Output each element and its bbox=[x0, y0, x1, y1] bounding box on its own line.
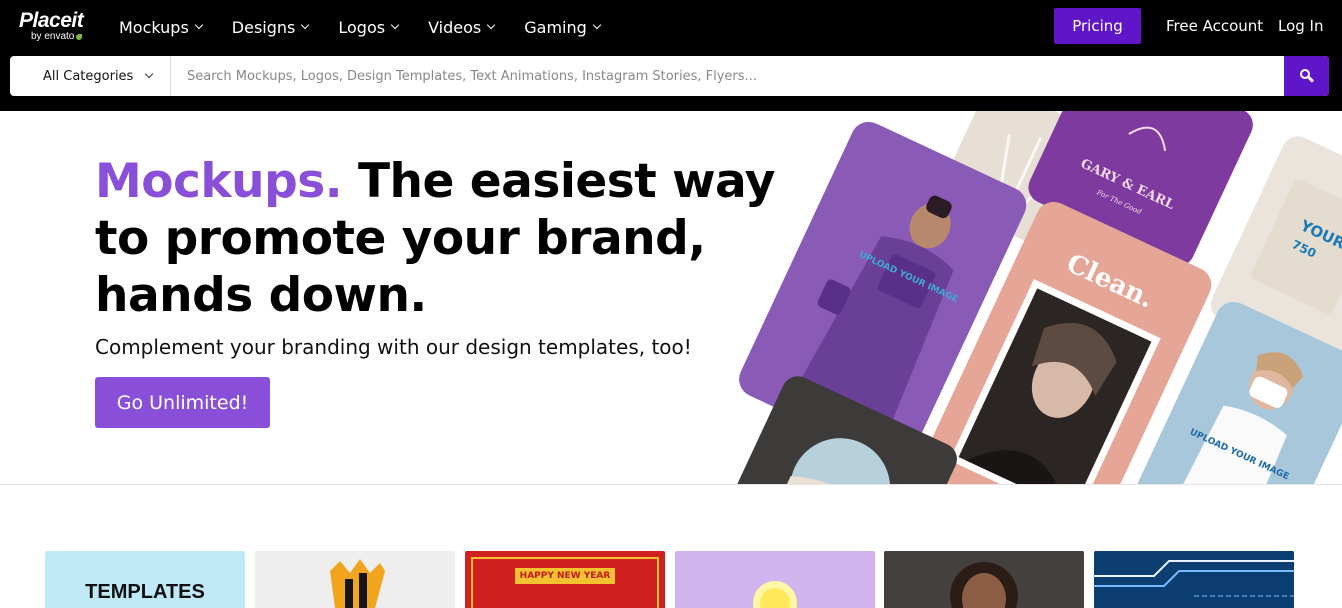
search-input[interactable] bbox=[171, 56, 1284, 96]
hero-headline: Mockups. The easiest way to promote your… bbox=[95, 153, 795, 324]
search-bar: All Categories bbox=[10, 56, 1329, 96]
envato-byline: by envato bbox=[31, 31, 75, 42]
thumbnail-templates-label: TEMPLATES bbox=[85, 581, 205, 603]
nav-gaming-label: Gaming bbox=[524, 17, 587, 37]
chevron-down-icon bbox=[592, 20, 602, 30]
nav-designs[interactable]: Designs bbox=[231, 15, 310, 39]
envato-leaf-icon bbox=[76, 34, 83, 40]
placeit-logo[interactable]: Placeit by envato bbox=[19, 9, 84, 42]
hero-headline-accent: Mockups. bbox=[95, 154, 343, 209]
thumbnail-happy-new-year-label: HAPPY NEW YEAR bbox=[515, 568, 615, 584]
chevron-down-icon bbox=[487, 20, 496, 30]
hero-collage-art: UPLOAD YOUR IMAGE GARY & EARL For The Go… bbox=[719, 111, 1342, 484]
chevron-down-icon bbox=[145, 69, 154, 79]
nav-gaming[interactable]: Gaming bbox=[524, 15, 602, 39]
thumbnail-circuit[interactable] bbox=[1094, 551, 1294, 608]
main-nav: Mockups Designs Logos Videos Gaming bbox=[119, 15, 630, 39]
hero-subline: Complement your branding with our design… bbox=[95, 335, 692, 359]
logo-wordmark: Placeit bbox=[19, 9, 84, 32]
search-icon bbox=[1299, 69, 1314, 83]
chevron-down-icon bbox=[194, 20, 204, 30]
thumbnail-portrait[interactable] bbox=[884, 551, 1084, 608]
thumbnail-gaming-logo[interactable] bbox=[255, 551, 455, 608]
chick-illustration bbox=[753, 581, 797, 608]
chevron-down-icon bbox=[301, 20, 310, 30]
hero-section: Mockups. The easiest way to promote your… bbox=[0, 111, 1342, 485]
gaming-logo-art bbox=[330, 559, 385, 608]
nav-logos[interactable]: Logos bbox=[338, 15, 400, 39]
free-account-link[interactable]: Free Account bbox=[1166, 17, 1263, 35]
search-button[interactable] bbox=[1284, 56, 1329, 96]
pricing-button[interactable]: Pricing bbox=[1054, 8, 1141, 44]
nav-designs-label: Designs bbox=[231, 17, 296, 37]
nav-videos[interactable]: Videos bbox=[428, 15, 496, 39]
thumbnail-lavender[interactable] bbox=[675, 551, 875, 608]
logo-byline: by envato bbox=[31, 32, 83, 42]
portrait-photo bbox=[884, 551, 1084, 608]
category-select-value: All Categories bbox=[43, 68, 134, 84]
login-link[interactable]: Log In bbox=[1278, 17, 1324, 35]
nav-videos-label: Videos bbox=[428, 17, 482, 37]
circuit-pattern bbox=[1094, 551, 1294, 608]
nav-logos-label: Logos bbox=[338, 17, 386, 37]
top-navbar: Placeit by envato Mockups Designs Logos … bbox=[0, 0, 1342, 111]
hero-collage: UPLOAD YOUR IMAGE GARY & EARL For The Go… bbox=[700, 111, 1342, 484]
nav-mockups-label: Mockups bbox=[119, 17, 189, 37]
category-select[interactable]: All Categories bbox=[10, 56, 171, 96]
nav-mockups[interactable]: Mockups bbox=[119, 15, 204, 39]
thumbnail-happy-new-year[interactable]: HAPPY NEW YEAR bbox=[465, 551, 665, 608]
thumbnail-templates[interactable]: TEMPLATES bbox=[45, 551, 245, 608]
chevron-down-icon bbox=[390, 20, 400, 30]
go-unlimited-button[interactable]: Go Unlimited! bbox=[95, 377, 270, 428]
